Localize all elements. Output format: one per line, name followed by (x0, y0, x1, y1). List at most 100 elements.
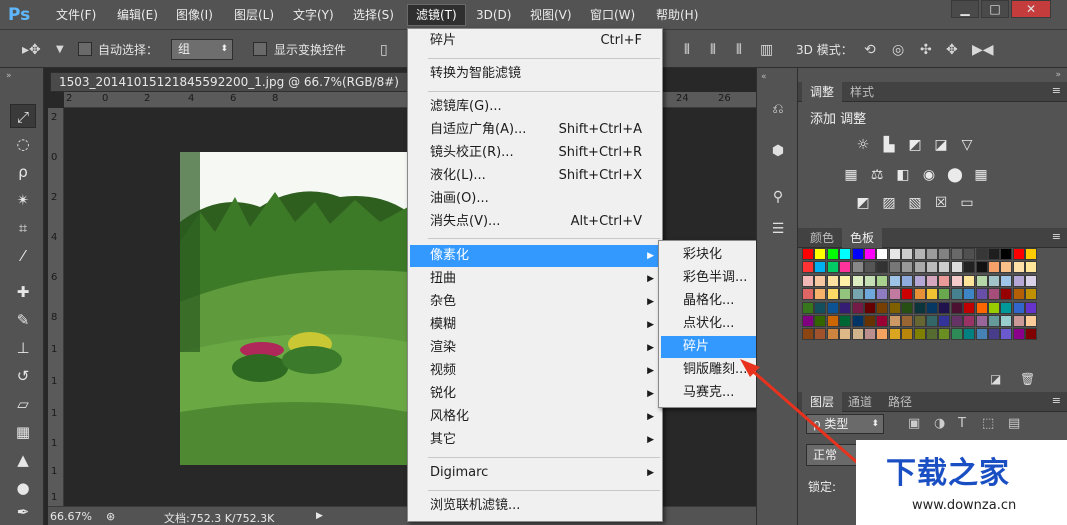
menu-item-last-filter[interactable]: 碎片 Ctrl+F (410, 30, 660, 52)
color-swatch[interactable] (963, 248, 976, 260)
posterize-icon[interactable]: ▨ (880, 194, 898, 212)
3d-scale-icon[interactable]: ▶◀ (972, 42, 994, 58)
color-swatch[interactable] (988, 315, 1000, 327)
color-swatch[interactable] (876, 248, 889, 260)
menu-layer[interactable]: 图层(L) (232, 5, 276, 25)
show-transform-checkbox[interactable] (253, 42, 267, 56)
exposure-icon[interactable]: ◪ (932, 136, 950, 154)
brush-tool-icon[interactable]: ✎ (10, 308, 36, 332)
menu-item-other[interactable]: 其它 ▶ (410, 429, 660, 451)
color-swatch[interactable] (950, 328, 963, 341)
tab-styles[interactable]: 样式 (842, 82, 882, 102)
color-swatch[interactable] (963, 315, 976, 327)
color-swatch[interactable] (913, 248, 926, 260)
submenu-item-crystallize[interactable]: 晶格化... (661, 290, 761, 312)
color-swatch[interactable] (1025, 301, 1038, 314)
menu-item-stylize[interactable]: 风格化 ▶ (410, 406, 660, 428)
document-tab[interactable]: 1503_20141015121845592200_1.jpg @ 66.7%(… (50, 72, 410, 92)
3d-drag-icon[interactable]: ✣ (920, 42, 932, 58)
menu-help[interactable]: 帮助(H) (654, 5, 700, 25)
color-swatch[interactable] (938, 288, 951, 301)
color-swatch[interactable] (851, 274, 864, 287)
submenu-item-pointillize[interactable]: 点状化... (661, 313, 761, 335)
color-swatch[interactable] (1000, 248, 1013, 260)
color-swatch[interactable] (975, 328, 988, 341)
gradient-map-icon[interactable]: ▭ (958, 194, 976, 212)
color-balance-icon[interactable]: ⚖ (868, 166, 886, 184)
color-swatch[interactable] (963, 328, 976, 341)
collapse-icon[interactable]: « (761, 72, 767, 82)
tab-adjustments[interactable]: 调整 (802, 82, 843, 102)
color-swatch[interactable] (814, 315, 827, 327)
color-swatch[interactable] (864, 261, 876, 274)
3d-panel-icon[interactable]: ⬢ (767, 140, 789, 162)
color-swatch[interactable] (876, 274, 889, 287)
color-swatch[interactable] (802, 274, 814, 287)
color-swatch[interactable] (851, 261, 864, 274)
filter-type-icon[interactable]: T (958, 416, 966, 431)
color-swatch[interactable] (950, 315, 963, 327)
menu-item-render[interactable]: 渲染 ▶ (410, 337, 660, 359)
invert-icon[interactable]: ◩ (854, 194, 872, 212)
color-swatch[interactable] (950, 274, 963, 287)
close-button[interactable]: ✕ (1011, 0, 1051, 18)
curves-icon[interactable]: ◩ (906, 136, 924, 154)
color-swatch[interactable] (901, 261, 914, 274)
color-swatch[interactable] (913, 328, 926, 341)
distribute-center-icon[interactable]: ⫴ (710, 42, 716, 58)
panel-menu-icon[interactable]: ≡ (1052, 394, 1061, 407)
document-photo[interactable] (180, 152, 408, 465)
threshold-icon[interactable]: ▧ (906, 194, 924, 212)
color-swatch[interactable] (851, 301, 864, 314)
color-swatch[interactable] (888, 328, 901, 341)
color-swatch[interactable] (938, 248, 951, 260)
color-swatch[interactable] (975, 248, 988, 260)
color-swatch[interactable] (975, 288, 988, 301)
menu-item-adaptive-wide[interactable]: 自适应广角(A)... Shift+Ctrl+A (410, 119, 660, 141)
color-swatch[interactable] (839, 301, 852, 314)
color-swatch[interactable] (876, 288, 889, 301)
filter-smart-icon[interactable]: ▤ (1008, 416, 1020, 431)
menu-type[interactable]: 文字(Y) (291, 5, 336, 25)
brush-panel-icon[interactable]: ⚲ (767, 186, 789, 208)
color-swatch[interactable] (826, 288, 839, 301)
color-lookup-icon[interactable]: ▦ (972, 166, 990, 184)
color-swatch[interactable] (1012, 261, 1025, 274)
group-select[interactable]: 组 ⬍ (171, 39, 233, 60)
color-swatch[interactable] (926, 261, 938, 274)
menu-item-lens-correction[interactable]: 镜头校正(R)... Shift+Ctrl+R (410, 142, 660, 164)
color-swatch[interactable] (901, 315, 914, 327)
color-swatch[interactable] (826, 315, 839, 327)
color-swatch[interactable] (802, 288, 814, 301)
color-swatch[interactable] (876, 328, 889, 341)
menu-item-oil-paint[interactable]: 油画(O)... (410, 188, 660, 210)
maximize-button[interactable]: □ (981, 0, 1009, 18)
menu-image[interactable]: 图像(I) (174, 5, 215, 25)
hue-saturation-icon[interactable]: ▦ (842, 166, 860, 184)
color-swatch[interactable] (950, 301, 963, 314)
color-swatch[interactable] (826, 248, 839, 260)
filter-adjust-icon[interactable]: ◑ (934, 416, 945, 431)
color-swatch[interactable] (938, 315, 951, 327)
menu-item-vanishing-point[interactable]: 消失点(V)... Alt+Ctrl+V (410, 211, 660, 233)
color-swatch[interactable] (864, 274, 876, 287)
color-swatch[interactable] (851, 248, 864, 260)
color-swatch[interactable] (1025, 328, 1038, 341)
menu-view[interactable]: 视图(V) (528, 5, 574, 25)
menu-file[interactable]: 文件(F) (54, 5, 98, 25)
color-swatch[interactable] (1000, 328, 1013, 341)
color-swatch[interactable] (1012, 315, 1025, 327)
color-swatch[interactable] (814, 261, 827, 274)
color-swatch[interactable] (950, 261, 963, 274)
panel-menu-icon[interactable]: ≡ (1052, 230, 1061, 243)
color-swatch[interactable] (926, 248, 938, 260)
menu-window[interactable]: 窗口(W) (588, 5, 637, 25)
color-swatch[interactable] (1025, 261, 1038, 274)
menu-item-liquify[interactable]: 液化(L)... Shift+Ctrl+X (410, 165, 660, 187)
color-swatch[interactable] (814, 328, 827, 341)
distribute-right-icon[interactable]: ⫴ (736, 42, 742, 58)
gradient-tool-icon[interactable]: ▦ (10, 420, 36, 444)
color-swatch[interactable] (913, 261, 926, 274)
color-swatch[interactable] (839, 274, 852, 287)
color-swatch[interactable] (975, 301, 988, 314)
